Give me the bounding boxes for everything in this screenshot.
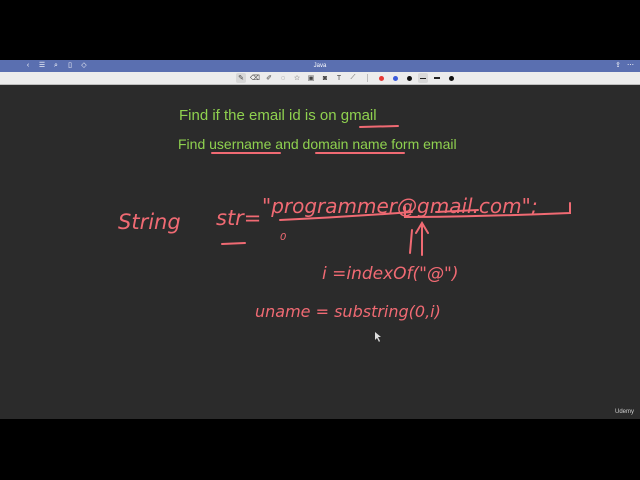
- handwriting-layer: String str= "programmer@gmail.com"; 0 i …: [118, 125, 571, 342]
- camera-icon[interactable]: ◙: [320, 73, 330, 83]
- note-canvas[interactable]: Find if the email id is on gmail Find us…: [0, 85, 640, 419]
- export-icon[interactable]: ⇪: [615, 62, 621, 70]
- gmail-underline: [359, 125, 399, 128]
- highlighter-icon[interactable]: ✐: [264, 73, 274, 83]
- lasso-icon[interactable]: ◌: [278, 73, 288, 83]
- hw-str-var: str=: [216, 206, 261, 230]
- text-icon[interactable]: T: [334, 73, 344, 83]
- shapes-icon[interactable]: ☆: [292, 73, 302, 83]
- hw-index-expr: i =indexOf("@"): [322, 264, 458, 284]
- hw-uname-expr: uname = substring(0,i): [255, 302, 441, 321]
- app-title-bar: ‹ ☰ ⌕ ▯ ◇ Java ⇪ ⋯: [0, 60, 640, 72]
- stroke-thin-icon[interactable]: [418, 73, 428, 83]
- stroke-medium-icon[interactable]: [432, 73, 442, 83]
- hw-string-literal: "programmer@gmail.com";: [262, 194, 538, 218]
- stroke-thick-icon[interactable]: [446, 73, 456, 83]
- color-blue-swatch[interactable]: [390, 73, 400, 83]
- tool-group: ✎ ⌫ ✐ ◌ ☆ ▣ ◙ T ⟋: [236, 73, 456, 83]
- more-icon[interactable]: ⋯: [627, 62, 634, 70]
- color-black-swatch[interactable]: [404, 73, 414, 83]
- hw-string-keyword: String: [118, 210, 181, 234]
- title-bar-actions: ⇪ ⋯: [615, 62, 634, 70]
- toolbar-divider: [362, 73, 372, 83]
- arrow-small: [409, 229, 413, 254]
- eraser-icon[interactable]: ⌫: [250, 73, 260, 83]
- arrow-to-at: [415, 221, 429, 256]
- pen-icon[interactable]: ✎: [236, 73, 246, 83]
- drawing-toolbar: ✎ ⌫ ✐ ◌ ☆ ▣ ◙ T ⟋: [0, 72, 640, 85]
- hw-index-zero: 0: [280, 232, 286, 243]
- image-icon[interactable]: ▣: [306, 73, 316, 83]
- color-red-swatch[interactable]: [376, 73, 386, 83]
- mouse-cursor-icon: [375, 332, 381, 342]
- ruler-icon[interactable]: ⟋: [348, 73, 358, 83]
- str-underline: [221, 242, 246, 245]
- udemy-watermark: Udemy: [614, 409, 634, 415]
- window-title: Java: [313, 63, 327, 69]
